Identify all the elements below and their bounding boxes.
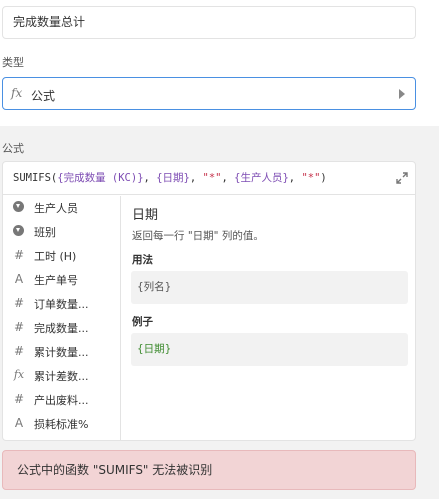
field-label: 完成数量... [34,322,89,335]
example-heading: 例子 [132,316,153,328]
usage-heading: 用法 [132,254,153,266]
help-title: 日期 [132,208,159,223]
text-icon: A [14,272,24,286]
formula-separator: , [221,172,235,184]
formula-separator: , [288,172,302,184]
number-icon: # [13,320,25,334]
formula-editor: SUMIFS({完成数量 (KC)}, {日期}, "*", {生产人员}, "… [2,161,416,441]
formula-function-token: SUMIFS( [13,172,58,184]
field-label: 产出废料... [34,394,89,407]
formula-string-token: "*" [202,172,222,184]
field-item-loss-standard[interactable]: A 损耗标准% [3,412,121,436]
field-item-shift[interactable]: 班别 [3,220,121,244]
type-value: 公式 [31,89,56,103]
help-panel: 日期 返回每一行 "日期" 列的值。 用法 {列名} 例子 {日期} [122,196,415,440]
formula-close-paren: ) [320,172,327,184]
field-label: 订单数量... [34,298,89,311]
usage-code: {列名} [131,271,408,304]
field-item-cumulative-difference[interactable]: fx 累计差数... [3,364,121,388]
formula-field-token: {完成数量 (KC)} [57,172,144,184]
field-label: 累计差数... [34,370,89,383]
number-icon: # [13,344,25,358]
formula-field-token: {生产人员} [234,172,289,184]
field-item-scrap-output[interactable]: # 产出废料... [3,388,121,412]
field-item-completed-quantity[interactable]: # 完成数量... [3,316,121,340]
number-icon: # [13,248,25,262]
formula-icon: fx [13,368,25,381]
field-label: 损耗标准% [34,418,89,431]
field-label: 班别 [34,226,56,239]
formula-field-token: {日期} [156,172,190,184]
field-item-cumulative-quantity[interactable]: # 累计数量... [3,340,121,364]
help-description: 返回每一行 "日期" 列的值。 [132,230,264,242]
field-label: 生产人员 [34,202,78,215]
type-label: 类型 [2,56,24,69]
formula-string-token: "*" [301,172,321,184]
fx-icon: fx [11,86,23,100]
field-list: 生产人员 班别 # 工时 (H) A 生产单号 # 订单数量... # 完成数量... … [3,196,121,440]
formula-label: 公式 [2,142,24,155]
example-code: {日期} [131,333,408,366]
caret-right-icon [399,89,405,99]
formula-separator: , [189,172,203,184]
field-label: 工时 (H) [34,250,77,263]
error-message: 公式中的函数 "SUMIFS" 无法被识别 [2,450,416,490]
single-select-icon [13,201,24,212]
field-label: 累计数量... [34,346,89,359]
field-item-work-hours[interactable]: # 工时 (H) [3,244,121,268]
formula-separator: , [143,172,157,184]
expand-icon[interactable] [395,171,409,185]
field-name-input[interactable]: 完成数量总计 [2,6,416,39]
single-select-icon [13,225,24,236]
formula-input[interactable]: SUMIFS({完成数量 (KC)}, {日期}, "*", {生产人员}, "… [3,162,415,195]
field-item-order-quantity[interactable]: # 订单数量... [3,292,121,316]
text-icon: A [14,416,24,430]
field-item-production-order[interactable]: A 生产单号 [3,268,121,292]
number-icon: # [13,392,25,406]
field-label: 生产单号 [34,274,78,287]
field-item-production-staff[interactable]: 生产人员 [3,196,121,220]
type-select[interactable]: fx 公式 [2,77,416,110]
number-icon: # [13,296,25,310]
